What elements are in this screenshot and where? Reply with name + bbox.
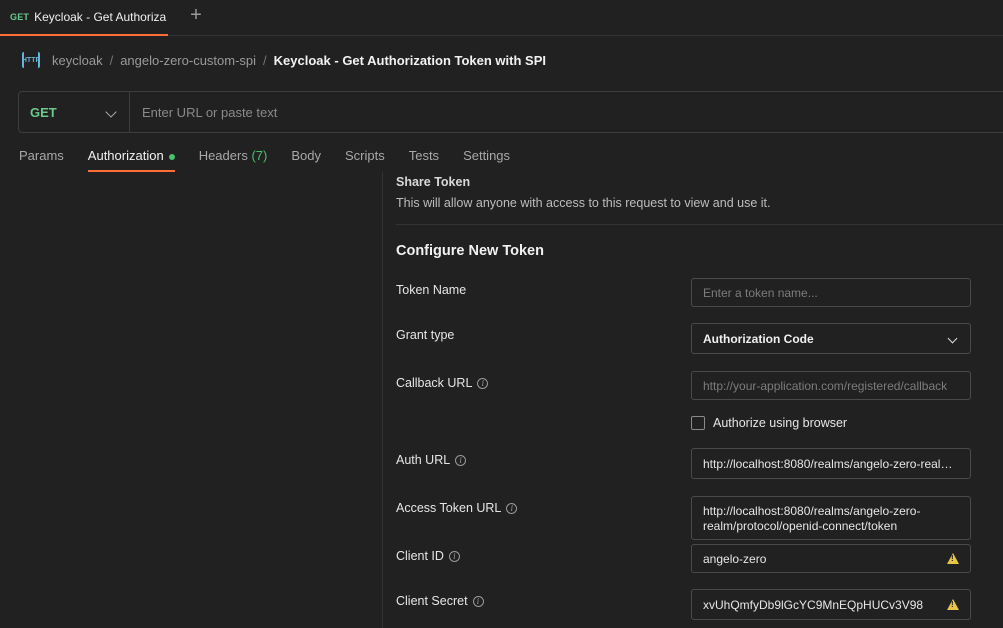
- breadcrumb-folder[interactable]: angelo-zero-custom-spi: [120, 53, 256, 68]
- active-dot-icon: [168, 153, 175, 160]
- breadcrumb-separator: /: [263, 52, 267, 68]
- authorize-browser-label: Authorize using browser: [713, 416, 848, 430]
- auth-type-pane: [0, 172, 382, 628]
- configure-token-title: Configure New Token: [396, 243, 544, 259]
- auth-url-value: http://localhost:8080/realms/angelo-zero…: [703, 456, 959, 471]
- tab-authorization-label: Authorization: [87, 148, 164, 163]
- token-name-label-text: Token Name: [396, 283, 467, 297]
- info-icon[interactable]: i: [477, 377, 489, 389]
- grant-type-label: Grant type: [396, 328, 454, 342]
- url-bar: GET: [18, 91, 1003, 133]
- grant-type-dropdown[interactable]: Authorization Code: [691, 323, 971, 354]
- info-icon[interactable]: i: [472, 595, 484, 607]
- tab-params[interactable]: Params: [19, 140, 64, 172]
- tab-scripts[interactable]: Scripts: [345, 140, 385, 172]
- url-input[interactable]: [130, 92, 1003, 132]
- token-name-label: Token Name: [396, 283, 466, 297]
- share-token-title: Share Token: [396, 175, 471, 189]
- headers-count: (7): [251, 148, 268, 163]
- info-icon[interactable]: i: [455, 454, 467, 466]
- tab-headers-label: Headers: [198, 148, 248, 163]
- request-tabs: Params Authorization Headers (7) Body Sc…: [19, 140, 534, 172]
- access-token-url-value: http://localhost:8080/realms/angelo-zero…: [703, 504, 921, 533]
- tab-body[interactable]: Body: [291, 140, 321, 172]
- breadcrumb: HTTP keycloak / angelo-zero-custom-spi /…: [22, 50, 546, 70]
- method-dropdown[interactable]: GET: [19, 92, 130, 132]
- grant-type-label-text: Grant type: [396, 328, 455, 342]
- callback-url-placeholder: http://your-application.com/registered/c…: [703, 378, 948, 393]
- token-name-placeholder: Enter a token name...: [703, 285, 818, 300]
- auth-url-input[interactable]: http://localhost:8080/realms/angelo-zero…: [691, 448, 971, 479]
- request-name[interactable]: Keycloak - Get Authorization Token with …: [274, 53, 546, 68]
- client-id-input[interactable]: angelo-zero: [691, 544, 971, 573]
- divider: [396, 224, 1003, 225]
- callback-url-label-text: Callback URL: [396, 376, 473, 390]
- pane-divider[interactable]: [382, 172, 383, 628]
- client-id-label-text: Client ID: [396, 549, 444, 563]
- client-secret-label: Client Secret i: [396, 594, 484, 608]
- callback-url-input[interactable]: http://your-application.com/registered/c…: [691, 371, 971, 400]
- token-name-input[interactable]: Enter a token name...: [691, 278, 971, 307]
- authorize-browser-checkbox[interactable]: [691, 416, 705, 430]
- auth-url-label-text: Auth URL: [396, 453, 451, 467]
- breadcrumb-collection[interactable]: keycloak: [52, 53, 103, 68]
- client-secret-input[interactable]: xvUhQmfyDb9lGcYC9MnEQpHUCv3V98: [691, 589, 971, 620]
- access-token-url-label-text: Access Token URL: [396, 501, 502, 515]
- access-token-url-label: Access Token URL i: [396, 501, 518, 515]
- client-secret-value: xvUhQmfyDb9lGcYC9MnEQpHUCv3V98: [703, 597, 924, 612]
- share-token-description: This will allow anyone with access to th…: [396, 196, 771, 210]
- tab-headers[interactable]: Headers (7): [199, 140, 268, 172]
- http-request-icon: HTTP: [22, 52, 40, 68]
- access-token-url-input[interactable]: http://localhost:8080/realms/angelo-zero…: [691, 496, 971, 540]
- warning-icon[interactable]: [947, 599, 959, 610]
- authorize-browser-row: Authorize using browser: [691, 416, 847, 430]
- callback-url-label: Callback URL i: [396, 376, 489, 390]
- grant-type-value: Authorization Code: [703, 331, 814, 346]
- info-icon[interactable]: i: [448, 550, 460, 562]
- auth-url-label: Auth URL i: [396, 453, 467, 467]
- tab-method: GET: [10, 12, 30, 22]
- tab-tests[interactable]: Tests: [409, 140, 439, 172]
- info-icon[interactable]: i: [506, 502, 518, 514]
- tab-authorization[interactable]: Authorization: [87, 140, 175, 172]
- warning-icon[interactable]: [947, 553, 959, 564]
- method-value: GET: [30, 104, 57, 120]
- tab-strip: GET Keycloak - Get Authoriza +: [0, 0, 1003, 36]
- chevron-down-icon: [105, 106, 117, 118]
- request-tab[interactable]: GET Keycloak - Get Authoriza: [0, 0, 168, 36]
- tab-title: Keycloak - Get Authoriza: [34, 10, 167, 24]
- client-secret-label-text: Client Secret: [396, 594, 468, 608]
- tab-settings[interactable]: Settings: [463, 140, 510, 172]
- client-id-value: angelo-zero: [703, 551, 767, 566]
- client-id-label: Client ID i: [396, 549, 460, 563]
- breadcrumb-separator: /: [109, 52, 114, 68]
- new-tab-button[interactable]: +: [186, 5, 206, 26]
